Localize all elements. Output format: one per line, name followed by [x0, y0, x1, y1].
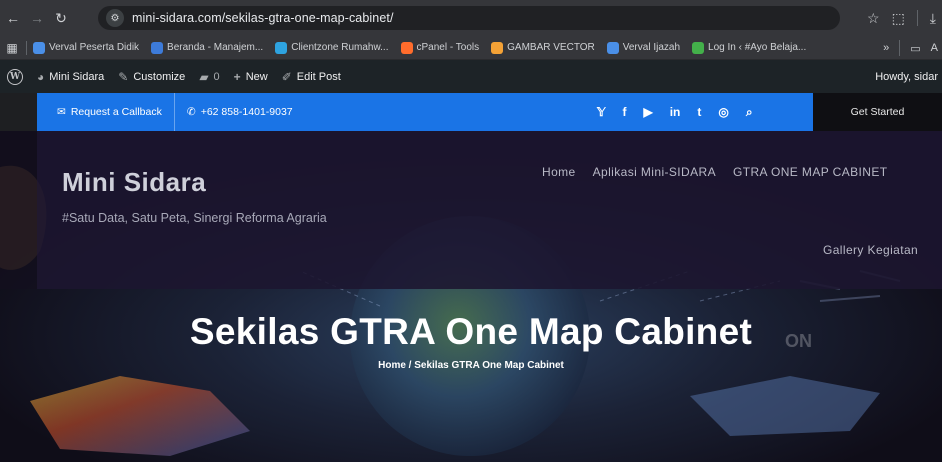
comment-icon: ▰	[199, 69, 209, 84]
phone-number: +62 858-1401-9037	[200, 106, 293, 118]
wp-logo-menu[interactable]: W	[0, 60, 30, 93]
download-icon[interactable]: ⤓	[930, 10, 936, 27]
bookmark-favicon-icon	[606, 41, 619, 54]
wp-new-link[interactable]: + New	[227, 60, 275, 93]
bookmarks-overflow: » ▭ A	[883, 36, 942, 59]
wp-comments-count: 0	[213, 70, 220, 83]
wp-comments-link[interactable]: ▰ 0	[192, 60, 226, 93]
social-links: 𝕐 f ▶ in t ◎ ⌕	[597, 93, 753, 131]
wp-new-label: New	[245, 70, 268, 83]
site-header: Mini Sidara #Satu Data, Satu Peta, Siner…	[37, 131, 942, 289]
bookmark-label: Verval Ijazah	[622, 42, 681, 53]
wp-account-menu[interactable]: Howdy, sidar	[875, 60, 942, 93]
bookmark-item[interactable]: Verval Peserta Didik	[33, 41, 140, 54]
bookmark-label: Beranda - Manajem...	[167, 42, 264, 53]
tumblr-icon[interactable]: t	[697, 105, 701, 119]
bookmark-label: GAMBAR VECTOR	[507, 42, 595, 53]
site-info-icon[interactable]: ⚙	[106, 9, 124, 27]
wp-edit-link[interactable]: ✐ Edit Post	[275, 60, 348, 93]
bookmark-star-icon[interactable]: ☆	[867, 10, 880, 27]
twitter-icon[interactable]: 𝕐	[597, 105, 605, 119]
bookmark-favicon-icon	[275, 41, 288, 54]
extensions-icon[interactable]: ⬚	[892, 10, 905, 27]
bookmark-favicon-icon	[151, 41, 164, 54]
folder-icon[interactable]: ▭	[910, 42, 920, 55]
bookmark-favicon-icon	[400, 41, 413, 54]
bookmark-favicon-icon	[33, 41, 45, 54]
browser-window: ← → ↻ ⚙ mini-sidara.com/sekilas-gtra-one…	[0, 0, 942, 462]
address-bar[interactable]: ⚙ mini-sidara.com/sekilas-gtra-one-map-c…	[98, 6, 840, 30]
bookmark-item[interactable]: Verval Ijazah	[606, 41, 681, 54]
wp-edit-label: Edit Post	[296, 70, 341, 83]
bookmark-item[interactable]: cPanel - Tools	[400, 41, 480, 54]
bookmark-favicon-icon	[692, 41, 705, 54]
primary-menu: Home Aplikasi Mini-SIDARA GTRA ONE MAP C…	[542, 165, 887, 179]
menu-item-gallery[interactable]: Gallery Kegiatan	[823, 243, 918, 257]
request-callback-link[interactable]: ✉ Request a Callback	[37, 93, 174, 131]
back-arrow-icon[interactable]: ←	[2, 7, 24, 29]
search-icon[interactable]: ⌕	[746, 105, 753, 120]
wp-admin-bar: W ◕ Mini Sidara ✎ Customize ▰ 0 + New ✐ Edit …	[0, 60, 942, 93]
url-text: mini-sidara.com/sekilas-gtra-one-map-cab…	[132, 11, 394, 25]
pencil-icon: ✐	[281, 69, 292, 84]
bookmark-label: Log In ‹ #Ayo Belaja...	[708, 42, 807, 53]
toolbar-divider	[916, 10, 918, 26]
menu-item-gtra[interactable]: GTRA ONE MAP CABINET	[733, 165, 887, 179]
browser-toolbar: ← → ↻ ⚙ mini-sidara.com/sekilas-gtra-one…	[0, 0, 942, 36]
site-tagline: #Satu Data, Satu Peta, Sinergi Reforma A…	[62, 211, 327, 225]
page-title: Sekilas GTRA One Map Cabinet	[189, 311, 753, 352]
dashboard-icon: ◕	[37, 69, 45, 84]
envelope-icon: ✉	[57, 106, 66, 118]
menu-item-home[interactable]: Home	[542, 165, 576, 179]
wp-customize-label: Customize	[133, 70, 186, 83]
forward-arrow-icon[interactable]: →	[26, 7, 48, 29]
wordpress-logo-icon: W	[7, 68, 23, 85]
get-started-button[interactable]: Get Started	[813, 93, 942, 131]
site-topbar: ✉ Request a Callback ✆ +62 858-1401-9037…	[37, 93, 942, 131]
bookmark-label: cPanel - Tools	[416, 42, 480, 53]
left-edge-strip	[0, 131, 37, 289]
menu-item-aplikasi[interactable]: Aplikasi Mini-SIDARA	[593, 165, 716, 179]
bookmark-label: Verval Peserta Didik	[49, 42, 140, 53]
reload-icon[interactable]: ↻	[50, 7, 72, 29]
bookmarks-bar: ▦ Verval Peserta Didik Beranda - Manajem…	[0, 36, 942, 60]
hero-section: Mini Sidara #Satu Data, Satu Peta, Siner…	[0, 131, 942, 462]
site-title[interactable]: Mini Sidara	[62, 167, 206, 198]
bookmark-item[interactable]: Clientzone Rumahw...	[275, 41, 389, 54]
bookmark-item[interactable]: Log In ‹ #Ayo Belaja...	[692, 41, 807, 54]
bookmark-item[interactable]: Beranda - Manajem...	[151, 41, 264, 54]
bookmark-item[interactable]: GAMBAR VECTOR	[491, 41, 595, 54]
all-bookmarks-label[interactable]: A	[931, 42, 938, 54]
callback-label: Request a Callback	[70, 106, 162, 118]
linkedin-icon[interactable]: in	[670, 105, 681, 119]
apps-grid-icon[interactable]: ▦	[0, 41, 24, 55]
plus-icon: +	[233, 69, 241, 84]
phone-icon: ✆	[186, 106, 196, 118]
bookmarks-divider	[899, 40, 901, 56]
wp-site-name: Mini Sidara	[49, 70, 105, 83]
bookmark-favicon-icon	[491, 41, 504, 54]
youtube-icon[interactable]: ▶	[643, 105, 652, 119]
wp-site-link[interactable]: ◕ Mini Sidara	[30, 60, 111, 93]
more-bookmarks-button[interactable]: »	[883, 42, 889, 54]
wp-customize-link[interactable]: ✎ Customize	[111, 60, 192, 93]
facebook-icon[interactable]: f	[622, 105, 626, 119]
bookmarks-divider	[26, 40, 27, 55]
bookmark-label: Clientzone Rumahw...	[291, 42, 389, 53]
brush-icon: ✎	[118, 69, 129, 84]
breadcrumb: Home / Sekilas GTRA One Map Cabinet	[378, 360, 564, 371]
instagram-icon[interactable]: ◎	[718, 105, 728, 119]
browser-actions: ☆ ⬚ ⤓	[867, 0, 942, 36]
wp-howdy-label: Howdy, sidar	[875, 70, 938, 83]
phone-link[interactable]: ✆ +62 858-1401-9037	[175, 93, 305, 131]
